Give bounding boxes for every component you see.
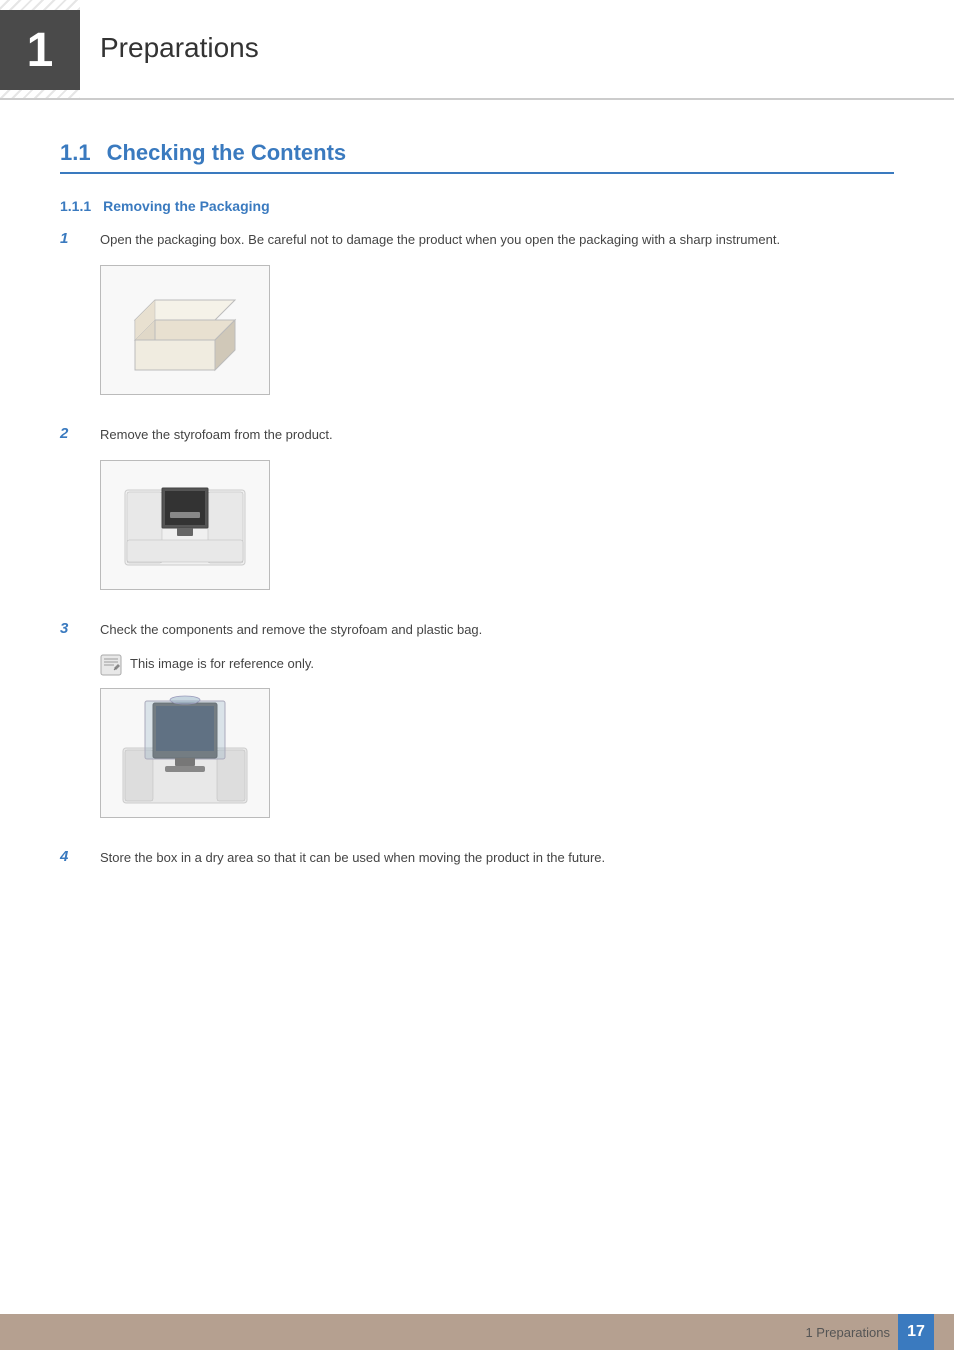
step-1-content: Open the packaging box. Be careful not t… (100, 230, 894, 405)
step-3: 3 Check the components and remove the st… (60, 620, 894, 829)
step-4: 4 Store the box in a dry area so that it… (60, 848, 894, 883)
step-3-content: Check the components and remove the styr… (100, 620, 894, 829)
subsection-1-1-1: 1.1.1 Removing the Packaging 1 Open the … (60, 198, 894, 883)
styrofoam-svg (115, 470, 255, 580)
step-3-text: Check the components and remove the styr… (100, 620, 894, 641)
step-1-image (100, 265, 270, 395)
main-content: 1.1 Checking the Contents 1.1.1 Removing… (0, 100, 954, 993)
step-4-text: Store the box in a dry area so that it c… (100, 848, 894, 869)
chapter-number: 1 (0, 10, 80, 90)
monitor-bag-svg (115, 693, 255, 813)
cardboard-box-svg (115, 280, 255, 380)
step-2-text: Remove the styrofoam from the product. (100, 425, 894, 446)
subsection-title-text: Removing the Packaging (103, 198, 269, 214)
section-1-1-heading: 1.1 Checking the Contents (60, 140, 894, 174)
footer-label: 1 Preparations (805, 1325, 890, 1340)
step-4-content: Store the box in a dry area so that it c… (100, 848, 894, 883)
section-1-1-title-text: Checking the Contents (107, 140, 347, 166)
note-icon (100, 654, 122, 676)
subsection-1-1-1-heading: 1.1.1 Removing the Packaging (60, 198, 894, 214)
section-1-1-number: 1.1 (60, 140, 91, 166)
section-1-1: 1.1 Checking the Contents 1.1.1 Removing… (60, 140, 894, 883)
step-2-image (100, 460, 270, 590)
note-text: This image is for reference only. (130, 654, 314, 674)
step-1-number: 1 (60, 230, 90, 247)
step-3-number: 3 (60, 620, 90, 637)
step-3-image (100, 688, 270, 818)
step-1: 1 Open the packaging box. Be careful not… (60, 230, 894, 405)
footer-page-number: 17 (898, 1314, 934, 1350)
step-2: 2 Remove the styrofoam from the product. (60, 425, 894, 600)
step-2-content: Remove the styrofoam from the product. (100, 425, 894, 600)
step-4-number: 4 (60, 848, 90, 865)
step-2-number: 2 (60, 425, 90, 442)
page-footer: 1 Preparations 17 (0, 1314, 954, 1350)
chapter-header-divider (0, 98, 954, 100)
note-box: This image is for reference only. (100, 654, 894, 676)
chapter-title: Preparations (100, 32, 259, 68)
chapter-header: 1 Preparations (0, 0, 954, 100)
step-1-text: Open the packaging box. Be careful not t… (100, 230, 894, 251)
subsection-number: 1.1.1 (60, 198, 91, 214)
